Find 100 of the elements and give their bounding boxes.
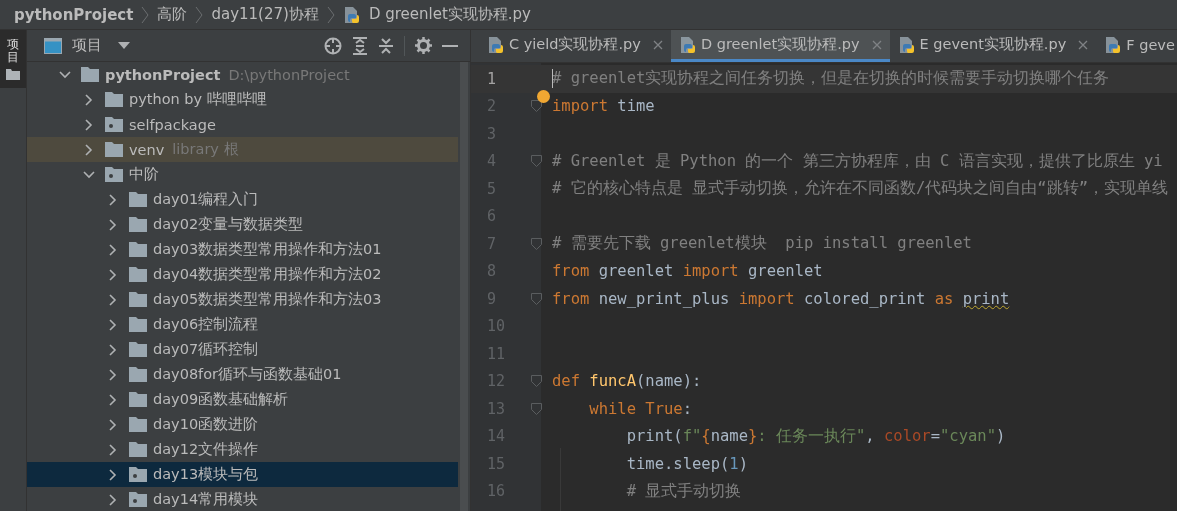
editor-tab[interactable]: C yield实现协程.py bbox=[479, 30, 671, 62]
chevron-right-icon[interactable] bbox=[107, 218, 119, 231]
item-name: day03数据类型常用操作和方法01 bbox=[153, 240, 382, 259]
chevron-right-icon[interactable] bbox=[107, 293, 119, 306]
tree-item[interactable]: day01编程入门 bbox=[27, 187, 458, 212]
folder-icon bbox=[129, 442, 147, 457]
item-name: pythonProject bbox=[105, 66, 221, 83]
tree-item[interactable]: venv library 根 bbox=[27, 137, 458, 162]
close-icon[interactable] bbox=[652, 39, 663, 50]
folder-icon bbox=[129, 242, 147, 257]
tree-item[interactable]: day07循环控制 bbox=[27, 337, 458, 362]
code-line: while True: bbox=[588, 399, 692, 418]
item-name: python by 哔哩哔哩 bbox=[129, 90, 267, 109]
breadcrumb-item[interactable]: pythonProject bbox=[14, 5, 134, 24]
code-comment: # 需要先下载 greenlet模块 pip install greenlet bbox=[552, 233, 972, 255]
item-name: day10函数进阶 bbox=[153, 415, 259, 434]
fold-marker-icon[interactable] bbox=[531, 292, 542, 305]
tree-item[interactable]: day12文件操作 bbox=[27, 437, 458, 462]
item-name: venv bbox=[129, 141, 165, 158]
fold-marker-icon[interactable] bbox=[531, 155, 542, 168]
folder-icon bbox=[129, 267, 147, 282]
package-folder-icon bbox=[105, 167, 123, 182]
expand-all-icon[interactable] bbox=[352, 36, 368, 55]
project-tool-tab[interactable]: 项目 bbox=[0, 30, 26, 89]
item-name: day05数据类型常用操作和方法03 bbox=[153, 290, 382, 309]
chevron-down-icon[interactable] bbox=[59, 68, 71, 81]
chevron-right-icon[interactable] bbox=[107, 443, 119, 456]
line-number: 1 bbox=[486, 69, 498, 88]
chevron-right-icon[interactable] bbox=[107, 368, 119, 381]
tree-item[interactable]: day04数据类型常用操作和方法02 bbox=[27, 262, 458, 287]
tree-item[interactable]: day14常用模块 bbox=[27, 487, 458, 511]
item-name: day13模块与包 bbox=[153, 465, 259, 484]
item-name: day07循环控制 bbox=[153, 340, 259, 359]
chevron-right-icon[interactable] bbox=[107, 243, 119, 256]
fold-marker-icon[interactable] bbox=[531, 237, 542, 250]
item-name: day01编程入门 bbox=[153, 190, 259, 209]
tree-item[interactable]: day02变量与数据类型 bbox=[27, 212, 458, 237]
chevron-right-icon[interactable] bbox=[83, 93, 95, 106]
item-name: 中阶 bbox=[129, 165, 159, 184]
chevron-right-icon[interactable] bbox=[107, 193, 119, 206]
project-tool-label: 项目 bbox=[7, 38, 19, 65]
editor-tab[interactable]: D greenlet实现协程.py bbox=[670, 30, 890, 62]
collapse-all-icon[interactable] bbox=[378, 36, 394, 55]
item-name: day02变量与数据类型 bbox=[153, 215, 304, 234]
python-file-icon bbox=[897, 35, 916, 54]
chevron-down-icon[interactable] bbox=[83, 168, 95, 181]
folder-icon bbox=[129, 342, 147, 357]
chevron-right-icon[interactable] bbox=[83, 118, 95, 131]
tree-item[interactable]: day05数据类型常用操作和方法03 bbox=[27, 287, 458, 312]
tree-item[interactable]: python by 哔哩哔哩 bbox=[27, 87, 458, 112]
code-line: time.sleep(1) bbox=[625, 454, 748, 473]
item-name: day08for循环与函数基础01 bbox=[153, 365, 342, 384]
breadcrumb-item[interactable]: day11(27)协程 bbox=[211, 5, 319, 24]
folder-icon bbox=[105, 142, 123, 157]
target-icon[interactable] bbox=[324, 36, 342, 55]
chevron-right-icon[interactable] bbox=[107, 393, 119, 406]
tree-item[interactable]: day06控制流程 bbox=[27, 312, 458, 337]
code-line: from new_print_plus import colored_print as print bbox=[552, 289, 1010, 308]
tree-item[interactable]: selfpackage bbox=[27, 112, 458, 137]
chevron-right-icon[interactable] bbox=[107, 418, 119, 431]
tree-item[interactable]: day08for循环与函数基础01 bbox=[27, 362, 458, 387]
tree-item[interactable]: day13模块与包 bbox=[27, 462, 458, 487]
chevron-right-icon[interactable] bbox=[107, 268, 119, 281]
folder-icon bbox=[129, 417, 147, 432]
close-icon[interactable] bbox=[1078, 39, 1089, 50]
folder-icon bbox=[105, 92, 123, 107]
tree-item[interactable]: pythonProject D:\pythonProject bbox=[27, 62, 458, 87]
settings-icon[interactable] bbox=[415, 37, 432, 54]
scrollbar[interactable] bbox=[460, 62, 468, 511]
chevron-right-icon[interactable] bbox=[107, 318, 119, 331]
chevron-right-icon[interactable] bbox=[107, 343, 119, 356]
window-icon bbox=[44, 37, 62, 54]
tree-item[interactable]: 中阶 bbox=[27, 162, 458, 187]
breadcrumb-item[interactable]: D greenlet实现协程.py bbox=[368, 5, 531, 24]
code-line: import time bbox=[552, 97, 655, 116]
code-comment: # Greenlet 是 Python 的一个 第三方协程库，由 C 语言实现，提供了比原生 yi bbox=[552, 150, 1163, 172]
caret-icon[interactable] bbox=[118, 41, 130, 50]
fold-marker-icon[interactable] bbox=[531, 375, 542, 388]
lightbulb-icon[interactable] bbox=[537, 89, 550, 103]
tree-item[interactable]: day10函数进阶 bbox=[27, 412, 458, 437]
tree-item[interactable]: day03数据类型常用操作和方法01 bbox=[27, 237, 458, 262]
breadcrumb-item[interactable]: 高阶 bbox=[157, 5, 188, 24]
panel-title[interactable]: 项目 bbox=[72, 36, 102, 55]
item-name: selfpackage bbox=[129, 116, 216, 133]
item-name: day04数据类型常用操作和方法02 bbox=[153, 265, 382, 284]
tree-item[interactable]: day09函数基础解析 bbox=[27, 387, 458, 412]
editor-tab[interactable]: F geve bbox=[1096, 30, 1177, 62]
folder-icon bbox=[129, 317, 147, 332]
fold-marker-icon[interactable] bbox=[531, 402, 542, 415]
chevron-right-icon[interactable] bbox=[107, 493, 119, 506]
folder-icon bbox=[129, 392, 147, 407]
chevron-right-icon[interactable] bbox=[107, 468, 119, 481]
chevron-right-icon[interactable] bbox=[83, 143, 95, 156]
package-folder-icon bbox=[129, 492, 147, 507]
folder-icon bbox=[129, 192, 147, 207]
chevron-icon bbox=[195, 4, 204, 25]
item-name: day12文件操作 bbox=[153, 440, 259, 459]
python-file-icon bbox=[678, 35, 697, 54]
editor-tab[interactable]: E gevent实现协程.py bbox=[889, 30, 1097, 62]
fold-marker-icon[interactable] bbox=[531, 100, 542, 113]
